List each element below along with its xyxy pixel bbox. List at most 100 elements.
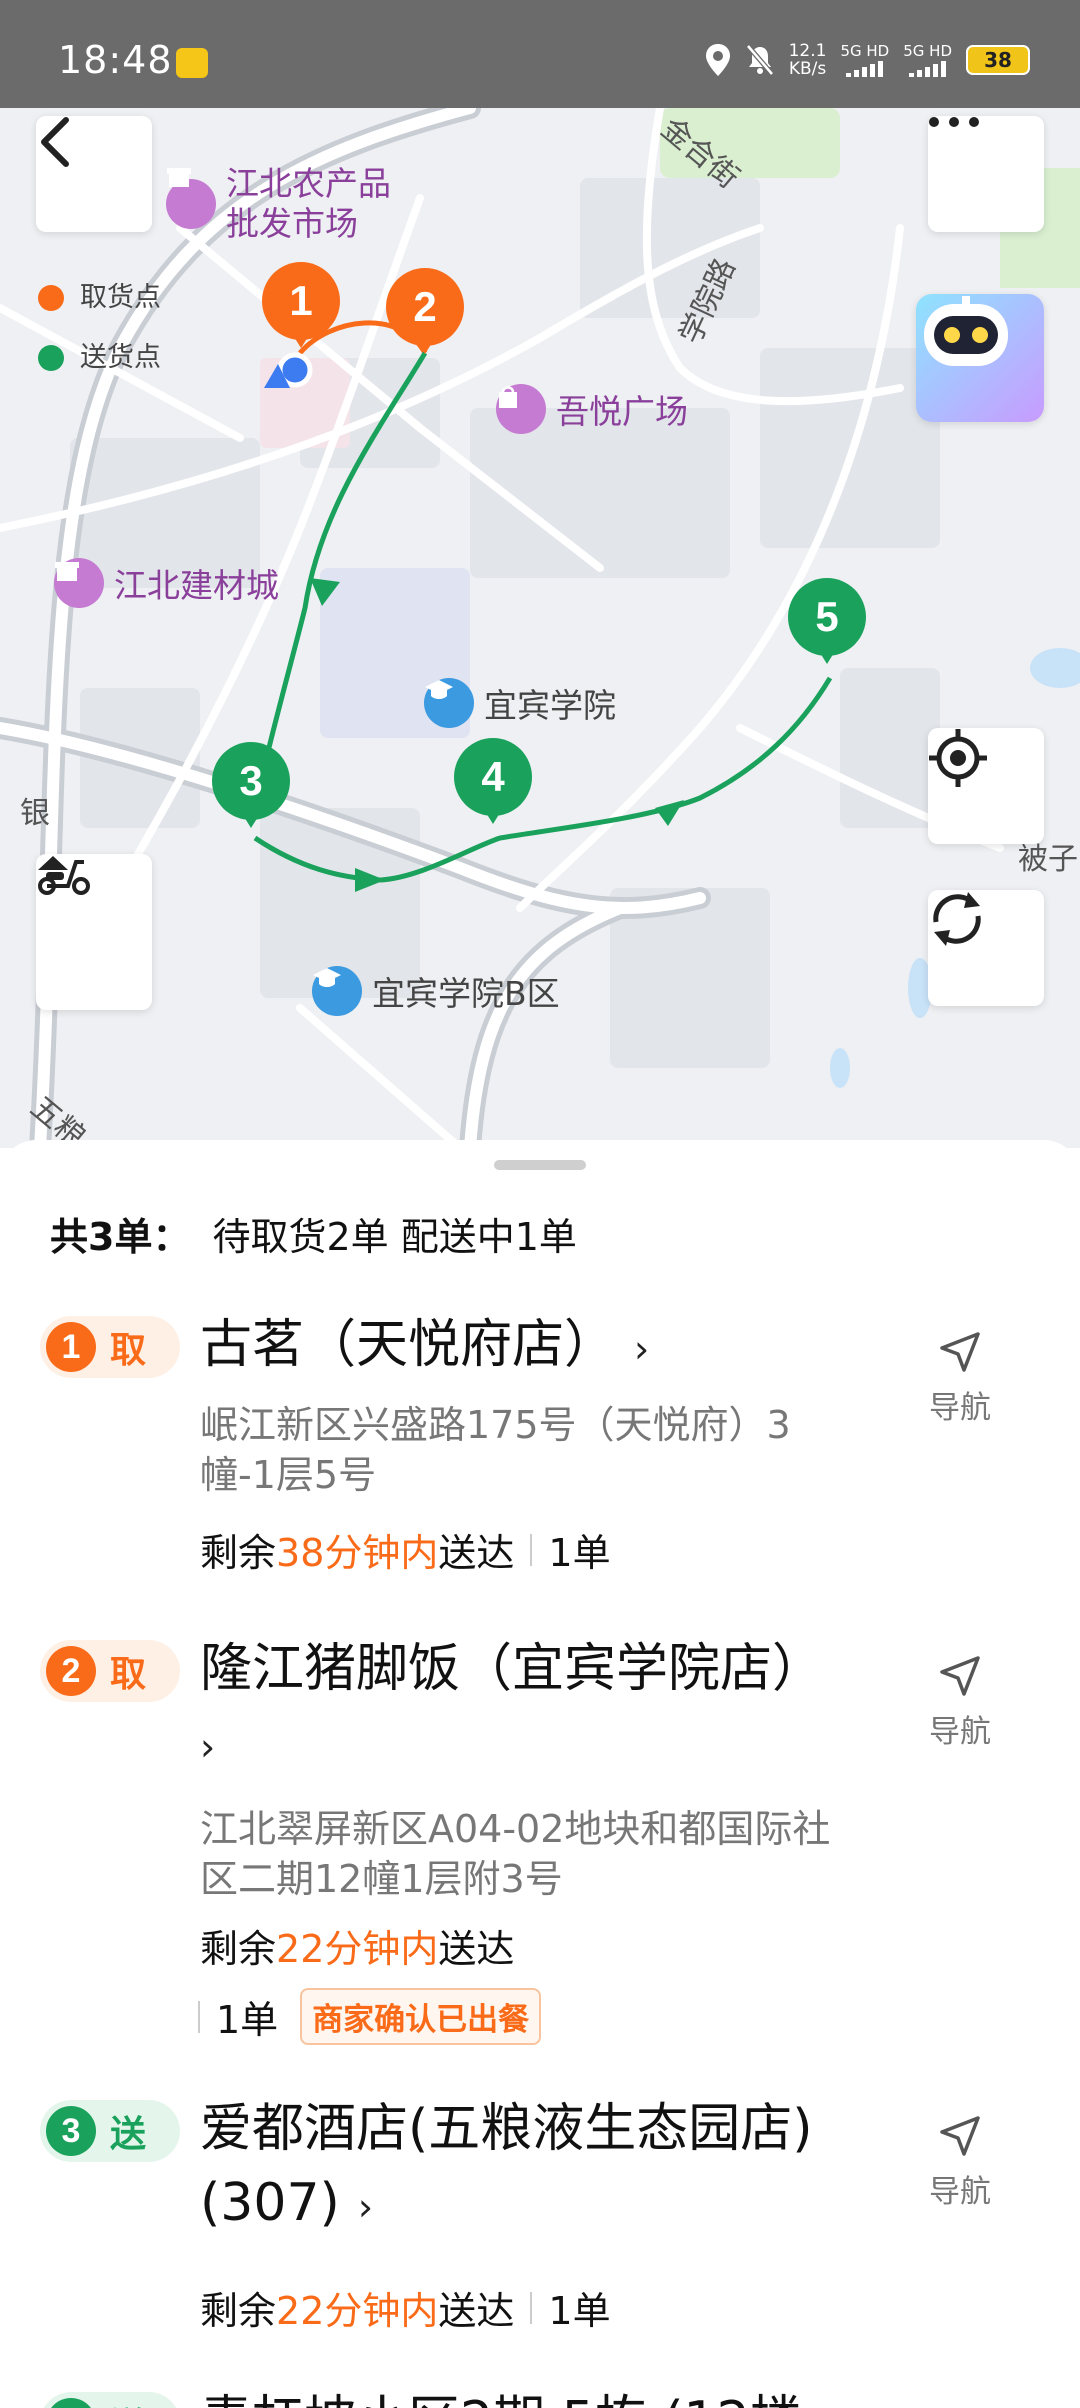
notification-app-icon xyxy=(176,48,208,78)
signal-bars-icon xyxy=(846,60,884,77)
legend-pickup-label: 取货点 xyxy=(80,282,161,313)
navigate-label: 导航 xyxy=(929,1714,991,1750)
locate-button[interactable] xyxy=(928,728,1044,844)
store-name[interactable]: 古茗（天悦府店） › xyxy=(200,1308,860,1386)
order-kind: 送 xyxy=(110,2397,146,2408)
sim1-label: 5G HD xyxy=(840,41,890,60)
signal-bars-icon xyxy=(909,60,947,77)
chevron-right-icon: › xyxy=(357,2185,374,2229)
map-legend: 取货点 送货点 xyxy=(38,268,161,388)
eta-prefix: 剩余 xyxy=(200,1927,277,1971)
poi-market[interactable]: 江北农产品 批发市场 xyxy=(166,164,391,244)
graduation-cap-icon xyxy=(312,966,362,1016)
legend-delivery: 送货点 xyxy=(38,328,161,388)
eta-time: 38分钟内 xyxy=(276,1531,439,1575)
route-map[interactable]: 学院路 金合街 银 五粮 被子 江北农产品 批发市场 吾悦广场 江北建材城 宜宾… xyxy=(0,108,1080,1148)
divider xyxy=(198,2000,200,2033)
more-dots-icon xyxy=(929,117,979,127)
net-speed-unit: KB/s xyxy=(788,59,827,79)
delivery-dot-icon xyxy=(38,345,64,371)
navigate-label: 导航 xyxy=(929,1390,991,1426)
chevron-right-icon: › xyxy=(634,1327,650,1371)
order-meta: 1单 商家确认已出餐 xyxy=(198,1988,542,2045)
map-marker-2[interactable]: 2 xyxy=(386,268,464,354)
order-item-4[interactable]: 4 送 青杠坡小区2期 5栋 (12楼 xyxy=(0,2376,1080,2408)
shopping-bag-icon xyxy=(496,384,546,434)
delivery-eta: 剩余 38分钟内 送达 1单 xyxy=(200,1522,611,1577)
poi-college-label: 宜宾学院 xyxy=(484,686,616,725)
poi-building-city[interactable]: 江北建材城 xyxy=(54,558,279,608)
map-marker-5[interactable]: 5 xyxy=(788,578,866,664)
road-label-yin: 银 xyxy=(20,796,50,831)
navigate-button[interactable]: 导航 xyxy=(920,1654,1000,1751)
map-marker-4[interactable]: 4 xyxy=(454,738,532,824)
sheet-drag-handle[interactable] xyxy=(494,1160,586,1170)
order-summary: 共3单： 待取货2单 配送中1单 xyxy=(50,1206,577,1261)
order-number: 2 xyxy=(46,1646,96,1696)
map-marker-1[interactable]: 1 xyxy=(262,262,340,348)
navigation-arrow-icon xyxy=(940,1656,980,1696)
store-name-text: 爱都酒店(五粮液生态园店)(307) xyxy=(200,2099,813,2233)
map-marker-3[interactable]: 3 xyxy=(212,742,290,828)
order-kind: 送 xyxy=(110,2114,147,2155)
order-tag-delivery: 4 送 xyxy=(40,2392,180,2408)
net-speed-value: 12.1 xyxy=(788,41,827,61)
sim2-label: 5G HD xyxy=(903,41,952,60)
ai-assistant-button[interactable] xyxy=(916,294,1044,422)
order-tag-delivery: 3 送 xyxy=(40,2100,180,2162)
status-time: 18:48 xyxy=(58,38,173,82)
poi-market-line1: 江北农产品 xyxy=(226,164,391,203)
crosshair-icon xyxy=(929,729,987,787)
location-icon xyxy=(705,44,730,76)
poi-building-city-label: 江北建材城 xyxy=(114,566,279,605)
navigate-button[interactable]: 导航 xyxy=(920,2114,1000,2211)
store-address: 江北翠屏新区A04-02地块和都国际社区二期12幢1层附3号 xyxy=(200,1807,831,1901)
signal-sim1: 5G HD xyxy=(840,41,890,77)
order-kind: 取 xyxy=(110,1330,147,1371)
meal-ready-badge: 商家确认已出餐 xyxy=(300,1988,542,2045)
eta-time: 22分钟内 xyxy=(276,2289,439,2333)
refresh-button[interactable] xyxy=(928,890,1044,1006)
summary-detail: 待取货2单 配送中1单 xyxy=(212,1215,577,1259)
poi-plaza[interactable]: 吾悦广场 xyxy=(496,384,688,434)
poi-college[interactable]: 宜宾学院 xyxy=(424,678,616,728)
eta-suffix: 送达 xyxy=(438,1927,515,1971)
order-tag-pickup: 1 取 xyxy=(40,1316,180,1378)
delivery-eta: 剩余 22分钟内 送达 1单 xyxy=(200,2280,611,2335)
order-number: 1 xyxy=(46,1322,96,1372)
order-sheet[interactable]: 共3单： 待取货2单 配送中1单 1 取 古茗（天悦府店） › 岷江新区兴盛路175… xyxy=(0,1140,1080,2408)
order-count: 1单 xyxy=(548,1531,611,1575)
order-count: 1单 xyxy=(548,2289,611,2333)
order-count: 1单 xyxy=(216,1998,279,2042)
store-name-text: 隆江猪脚饭（宜宾学院店） xyxy=(200,1639,825,1699)
eta-prefix: 剩余 xyxy=(200,1531,277,1575)
back-button[interactable] xyxy=(36,116,152,232)
status-indicators: 12.1 KB/s 5G HD 5G HD 38 xyxy=(705,42,1030,78)
eta-suffix: 送达 xyxy=(438,1531,515,1575)
pickup-dot-icon xyxy=(38,285,64,311)
vehicle-mode-button[interactable] xyxy=(36,854,152,1010)
poi-college-b[interactable]: 宜宾学院B区 xyxy=(312,966,560,1016)
navigate-button[interactable]: 导航 xyxy=(920,1330,1000,1427)
shop-icon xyxy=(166,168,216,229)
refresh-icon xyxy=(933,892,981,946)
legend-pickup: 取货点 xyxy=(38,268,161,328)
graduation-cap-icon xyxy=(424,678,474,728)
divider xyxy=(530,2291,533,2324)
store-name[interactable]: 青杠坡小区2期 5栋 (12楼 xyxy=(200,2384,860,2408)
mute-bell-icon xyxy=(745,44,774,76)
robot-icon xyxy=(924,296,1008,366)
store-name-text: 古茗（天悦府店） xyxy=(200,1315,617,1375)
navigation-arrow-icon xyxy=(940,2116,980,2156)
delivery-eta: 剩余 22分钟内 送达 xyxy=(200,1918,514,1973)
navigation-arrow-icon xyxy=(940,1332,980,1372)
store-name[interactable]: 爱都酒店(五粮液生态园店)(307) › xyxy=(200,2092,860,2244)
eta-suffix: 送达 xyxy=(438,2289,515,2333)
store-name[interactable]: 隆江猪脚饭（宜宾学院店） › xyxy=(200,1632,860,1784)
poi-market-line2: 批发市场 xyxy=(226,204,358,243)
signal-sim2: 5G HD xyxy=(903,41,952,77)
more-button[interactable] xyxy=(928,116,1044,232)
summary-total: 共3单： xyxy=(50,1215,191,1259)
divider xyxy=(530,1533,533,1566)
battery-indicator: 38 xyxy=(966,45,1030,75)
